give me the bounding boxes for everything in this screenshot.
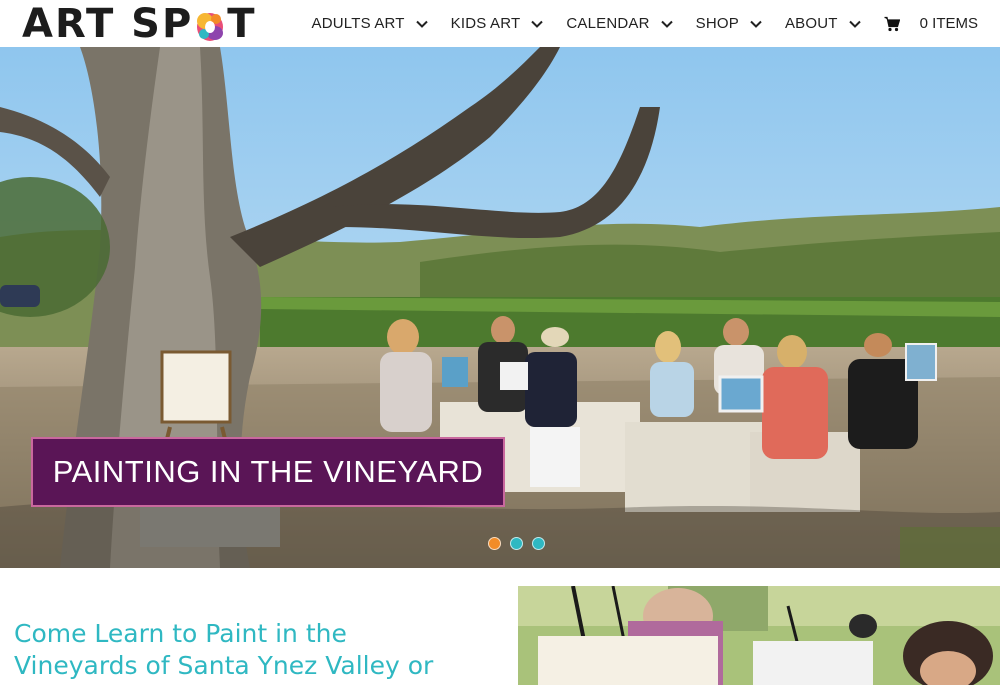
nav-item-label: ADULTS ART — [311, 15, 405, 32]
hero-slider[interactable]: PAINTING IN THE VINEYARD — [0, 47, 1000, 568]
site-header: ART SP T ADULTS ART KIDS ART CALENDAR SH… — [0, 0, 1000, 47]
hero-caption: PAINTING IN THE VINEYARD — [31, 437, 505, 507]
paint-splash-icon — [195, 9, 225, 43]
intro-heading-line-1: Come Learn to Paint in the — [14, 619, 347, 648]
intro-heading-line-2: Vineyards of Santa Ynez Valley or — [14, 651, 434, 680]
hero-caption-text: PAINTING IN THE VINEYARD — [52, 454, 484, 489]
nav-item-label: KIDS ART — [450, 15, 521, 32]
slider-dot-3[interactable] — [532, 537, 545, 550]
chevron-down-icon — [660, 17, 674, 31]
chevron-down-icon — [415, 17, 429, 31]
slider-dot-2[interactable] — [510, 537, 523, 550]
chevron-down-icon — [848, 17, 862, 31]
nav-item-kids-art[interactable]: KIDS ART — [451, 15, 545, 32]
nav-item-label: SHOP — [695, 15, 739, 32]
logo-text-right: T — [227, 1, 257, 47]
secondary-photo — [518, 586, 1000, 685]
nav-item-label: CALENDAR — [566, 15, 650, 32]
nav-item-calendar[interactable]: CALENDAR — [566, 15, 673, 32]
nav-item-about[interactable]: ABOUT — [785, 15, 862, 32]
logo-text-left: ART SP — [22, 1, 194, 47]
site-logo[interactable]: ART SP T — [22, 1, 257, 47]
cart-link[interactable]: 0 ITEMS — [884, 15, 978, 32]
slider-dot-1[interactable] — [488, 537, 501, 550]
nav-item-label: ABOUT — [784, 15, 838, 32]
chevron-down-icon — [530, 17, 544, 31]
cart-count: 0 ITEMS — [919, 15, 978, 32]
intro-heading: Come Learn to Paint in the Vineyards of … — [14, 618, 484, 682]
slider-pagination — [488, 537, 554, 550]
main-nav: ADULTS ART KIDS ART CALENDAR SHOP ABOUT … — [290, 0, 978, 47]
nav-item-shop[interactable]: SHOP — [696, 15, 763, 32]
nav-item-adults-art[interactable]: ADULTS ART — [312, 15, 429, 32]
chevron-down-icon — [749, 17, 763, 31]
shopping-cart-icon — [884, 16, 900, 32]
